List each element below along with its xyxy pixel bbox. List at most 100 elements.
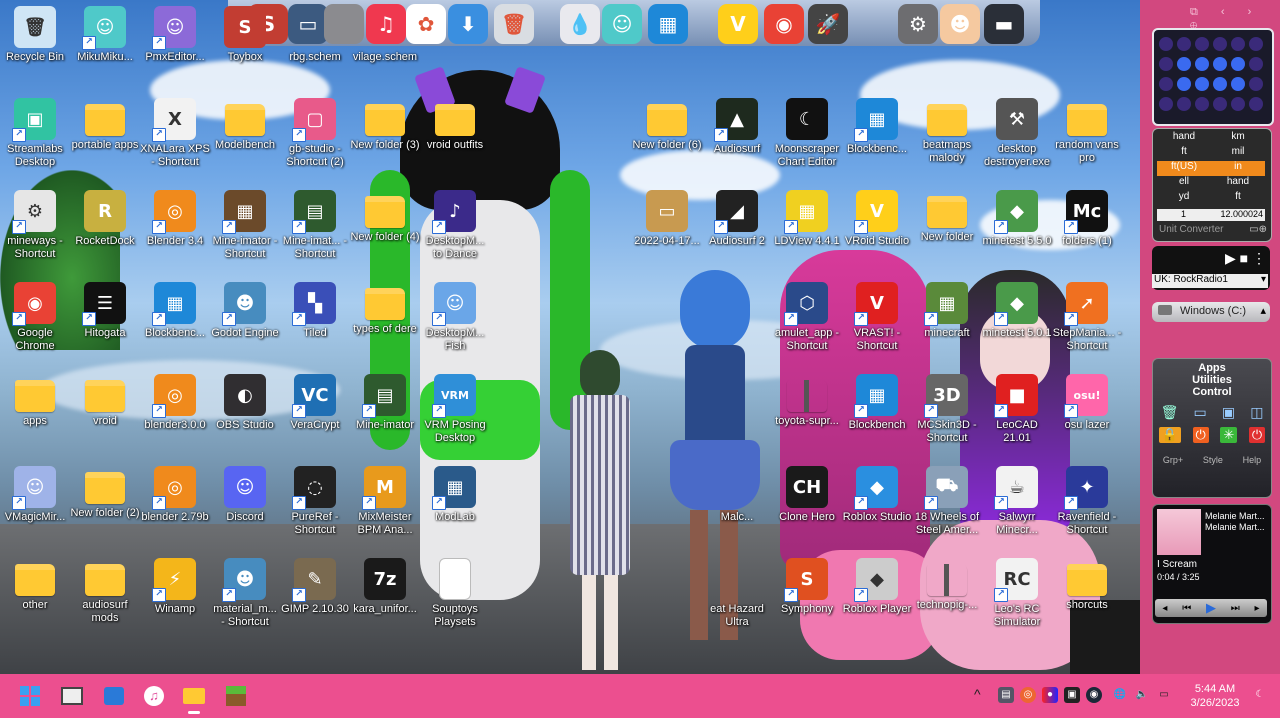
blockbench-dock[interactable]: ▦ (648, 4, 688, 44)
minecraft-button[interactable] (222, 682, 250, 710)
orb[interactable] (1213, 37, 1227, 51)
apps-control-tab[interactable]: Control (1153, 386, 1271, 398)
lock-icon[interactable]: 🔒 (1158, 427, 1181, 443)
miku-dock[interactable]: ☺ (602, 4, 642, 44)
desktop-icon[interactable]: rbg.schem (280, 2, 350, 88)
desktop-icon[interactable]: vilage.schem (350, 2, 420, 88)
vroid-dock[interactable]: V (718, 4, 758, 44)
desktop-icon[interactable]: ♪ ↗ DesktopM... to Dance (420, 186, 490, 272)
desktop-icon[interactable]: ☺ ↗ DesktopM... Fish (420, 278, 490, 364)
desktop-icon[interactable]: New folder (4) (350, 186, 420, 272)
orb[interactable] (1195, 57, 1209, 71)
drive-icon[interactable]: ▭ (1193, 404, 1206, 421)
desktop-icon[interactable]: VRM ↗ VRM Posing Desktop (420, 370, 490, 456)
desktop-icon[interactable]: ◎ ↗ Blender 3.4 (140, 186, 210, 272)
desktop-icon[interactable]: M ↗ MixMeister BPM Ana... (350, 462, 420, 548)
orb[interactable] (1231, 97, 1245, 111)
desktop-icon[interactable]: CH Clone Hero (772, 462, 842, 548)
unit-row[interactable]: ft(US) in (1157, 161, 1265, 176)
desktop-icon[interactable]: vroid (70, 370, 140, 456)
apps-utilities-tab[interactable]: Utilities (1153, 374, 1271, 386)
task-view-button[interactable] (58, 682, 86, 710)
desktop-icon[interactable]: 7z kara_unifor... (350, 554, 420, 640)
desktop-icon[interactable]: ◆ ↗ Roblox Player (842, 554, 912, 640)
itunes-button[interactable]: ♫ (140, 682, 168, 710)
desktop-icon[interactable]: technopig-... (912, 554, 982, 640)
desktop-icon[interactable]: ☺ ↗ VMagicMir... (0, 462, 70, 548)
orb[interactable] (1159, 97, 1173, 111)
desktop-icon[interactable]: apps (0, 370, 70, 456)
unit-right[interactable]: mil (1211, 146, 1265, 161)
desktop-icon[interactable]: osu! ↗ osu lazer (1052, 370, 1122, 456)
desktop-icon[interactable]: Mc ↗ folders (1) (1052, 186, 1122, 272)
desktop-icon[interactable]: ▦ ↗ Blockbenc... (140, 278, 210, 364)
recycle-icon[interactable]: 🗑 (1161, 404, 1179, 421)
desktop-icon[interactable]: ▤ ↗ Mine-imator (350, 370, 420, 456)
desktop-icon[interactable]: V ↗ VRAST! - Shortcut (842, 278, 912, 364)
orb[interactable] (1213, 97, 1227, 111)
desktop-icon[interactable]: ▦ ↗ Blockbenc... (842, 94, 912, 180)
desktop-icon[interactable]: ☻ ↗ Godot Engine (210, 278, 280, 364)
desktop-icon[interactable]: ☾ Moonscraper Chart Editor (772, 94, 842, 180)
tray-app-icon[interactable]: ▤ (998, 687, 1014, 703)
unit-right[interactable]: in (1211, 161, 1265, 176)
chrome-dock[interactable]: ◉ (764, 4, 804, 44)
desktop-icon[interactable]: ➚ ↗ StepMania... - Shortcut (1052, 278, 1122, 364)
desktop-icon[interactable]: ◌ ↗ PureRef - Shortcut (280, 462, 350, 548)
unit-row[interactable]: ell hand (1157, 176, 1265, 191)
media-controls[interactable]: ◂ ⏮ ▶ ⏭ ▸ (1155, 599, 1267, 617)
desktop-icon[interactable]: ▦ ↗ Mine-imator - Shortcut (210, 186, 280, 272)
converter-controls[interactable]: ▭⊕ (1249, 224, 1267, 235)
next-icon[interactable]: ▸ (1255, 603, 1260, 614)
desktop-icon[interactable]: Souptoys Playsets (420, 554, 490, 640)
desktop-icon[interactable]: ▚ ↗ Tiled (280, 278, 350, 364)
media-gadget[interactable]: Melanie Mart... Melanie Mart... I Scream… (1152, 504, 1272, 624)
desktop-icon[interactable]: ☺ ↗ PmxEditor... (140, 2, 210, 88)
orb[interactable] (1177, 97, 1191, 111)
steam-icon[interactable]: ◉ (1086, 687, 1102, 703)
orb[interactable] (1177, 77, 1191, 91)
trash-dock[interactable]: 🗑 (494, 4, 534, 44)
tray-color-icon[interactable]: ● (1042, 687, 1058, 703)
desktop-icon[interactable]: ◢ ↗ Audiosurf 2 (702, 186, 772, 272)
desktop-icon[interactable]: audiosurf mods (70, 554, 140, 640)
unit-left[interactable]: ft(US) (1157, 161, 1211, 176)
desktop-icon[interactable]: ☺ Discord (210, 462, 280, 548)
radio-station-select[interactable]: UK: RockRadio1 ▾ (1152, 274, 1268, 288)
desktop-icon[interactable]: 🗑 Recycle Bin (0, 2, 70, 88)
desktop-icon[interactable]: ■ ↗ LeoCAD 21.01 (982, 370, 1052, 456)
desktop-icon[interactable]: toyota-supr... (772, 370, 842, 456)
unit-left[interactable]: ell (1157, 176, 1211, 191)
file-explorer-button[interactable] (180, 682, 208, 714)
unit-row[interactable]: yd ft (1157, 191, 1265, 206)
sidebar-controls[interactable]: ⧉ ‹ › ⊕ (1190, 6, 1278, 31)
orb[interactable] (1213, 57, 1227, 71)
computer-icon[interactable]: ▣ (1222, 404, 1235, 421)
desktop-icon[interactable]: ▦ ↗ ModLab (420, 462, 490, 548)
orb[interactable] (1159, 57, 1173, 71)
power-icon[interactable]: ⏻ (1192, 427, 1209, 443)
downloads-dock[interactable]: ⬇ (448, 4, 488, 44)
orb[interactable] (1231, 37, 1245, 51)
orb[interactable] (1231, 77, 1245, 91)
apps-gadget[interactable]: Apps Utilities Control 🗑 ▭ ▣ ◫ 🔒 ⏻ ✳ ⏻ G… (1152, 358, 1272, 498)
radio-controls[interactable]: ▶ ■ ⋮ (1225, 250, 1266, 267)
unit-right[interactable]: ft (1211, 191, 1265, 206)
desktop-icon[interactable]: ⬡ ↗ amulet_app - Shortcut (772, 278, 842, 364)
sleep-icon[interactable]: ✳ (1220, 427, 1238, 443)
prev-icon[interactable]: ◂ (1162, 603, 1167, 614)
notification-icon[interactable]: ☾ (1252, 687, 1268, 703)
desktop-icon[interactable]: ☻ ↗ material_m... - Shortcut (210, 554, 280, 640)
orb[interactable] (1159, 37, 1173, 51)
desktop-icon[interactable]: ▤ ↗ Mine-imat... - Shortcut (280, 186, 350, 272)
desktop-icon[interactable]: ☰ ↗ Hitogata (70, 278, 140, 364)
orb[interactable] (1177, 57, 1191, 71)
network-icon[interactable]: ◫ (1250, 404, 1263, 421)
globe-icon[interactable]: 🌐 (1112, 687, 1128, 703)
orb[interactable] (1195, 37, 1209, 51)
desktop-icon[interactable]: RC ↗ Leo's RC Simulator (982, 554, 1052, 640)
desktop-icon[interactable]: beatmaps malody (912, 94, 982, 180)
desktop-icon[interactable]: vroid outfits (420, 94, 490, 180)
orb[interactable] (1159, 77, 1173, 91)
chevron-up-icon[interactable]: ^ (974, 686, 981, 702)
